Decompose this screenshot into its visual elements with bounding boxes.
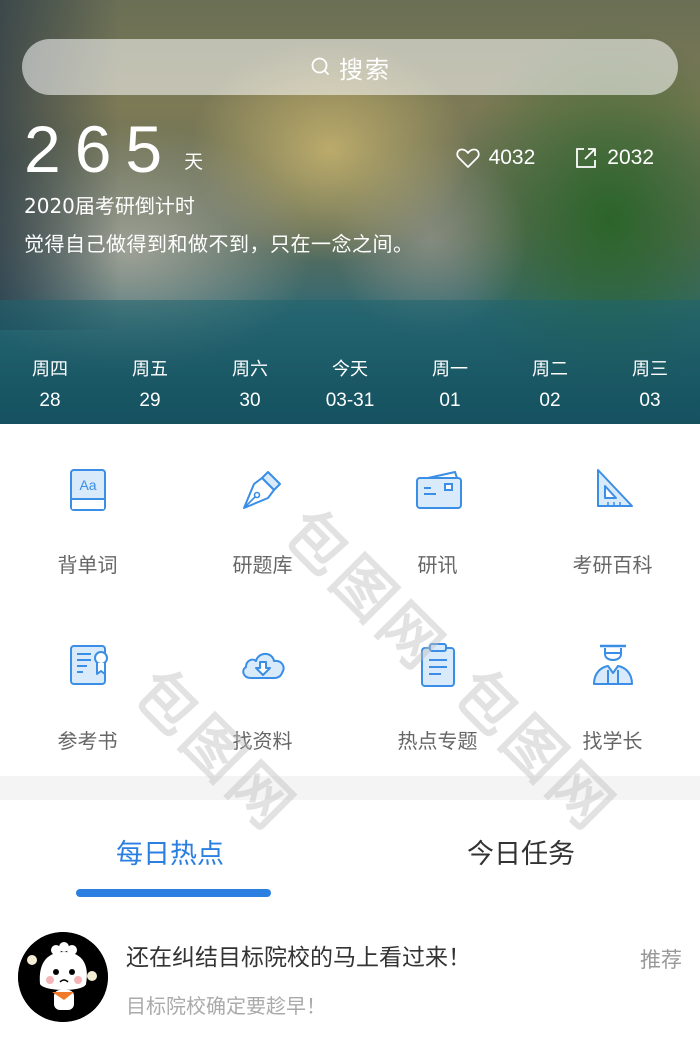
cartoon-bun-avatar-icon bbox=[18, 932, 108, 1022]
share-count: 2032 bbox=[607, 146, 654, 169]
day-date: 02 bbox=[539, 390, 561, 411]
day-weekday: 周五 bbox=[132, 359, 168, 380]
day-item[interactable]: 周一 01 bbox=[400, 355, 500, 412]
feed-item[interactable]: 还在纠结目标院校的马上看过来！ 目标院校确定要趁早！ 推荐 bbox=[0, 920, 700, 1030]
day-weekday: 周一 bbox=[432, 359, 468, 380]
clipboard-icon bbox=[420, 643, 455, 687]
tab-daily-hot[interactable]: 每日热点 bbox=[116, 832, 224, 871]
search-label: 搜索 bbox=[339, 55, 391, 84]
day-item[interactable]: 周六 30 bbox=[200, 355, 300, 412]
hero-banner: 搜索 265 天 4032 2032 2020届考研倒计时 觉得自己做得到和做不… bbox=[0, 0, 700, 424]
day-item[interactable]: 周二 02 bbox=[500, 355, 600, 412]
day-weekday: 周三 bbox=[632, 359, 668, 380]
feature-grid: Aa 背单词 研题库 研讯 考研百科 参考书 找资料 热点专题 找学长 包图网 … bbox=[0, 424, 700, 846]
cloud-download-icon bbox=[241, 652, 285, 679]
day-item[interactable]: 周四 28 bbox=[0, 355, 100, 412]
set-square-icon bbox=[596, 469, 633, 507]
day-weekday: 周六 bbox=[232, 359, 268, 380]
heart-icon bbox=[455, 148, 480, 168]
svg-text:Aa: Aa bbox=[79, 477, 96, 493]
feature-label: 参考书 bbox=[57, 729, 118, 753]
news-card-icon bbox=[415, 471, 462, 509]
feed-description: 目标院校确定要趁早！ bbox=[126, 994, 326, 1018]
day-weekday: 周四 bbox=[32, 359, 68, 380]
motto: 觉得自己做得到和做不到，只在一念之间。 bbox=[24, 232, 414, 256]
tab-bar: 每日热点 今日任务 bbox=[0, 800, 700, 900]
day-date: 01 bbox=[439, 390, 461, 411]
share-button[interactable]: 2032 bbox=[573, 145, 654, 171]
feature-vocabulary[interactable]: Aa 背单词 bbox=[0, 424, 175, 600]
section-divider bbox=[0, 776, 700, 800]
feature-label: 研题库 bbox=[232, 553, 293, 577]
recommend-tag: 推荐 bbox=[640, 948, 682, 972]
active-tab-indicator bbox=[76, 889, 271, 897]
search-bar[interactable]: 搜索 bbox=[22, 39, 678, 95]
tab-today-tasks[interactable]: 今日任务 bbox=[467, 832, 575, 871]
like-count: 4032 bbox=[488, 146, 536, 169]
day-date: 30 bbox=[239, 390, 261, 411]
week-strip: 周四 28 周五 29 周六 30 今天 03-31 周一 01 周二 02 周三 03 bbox=[0, 355, 700, 412]
feature-label: 找学长 bbox=[582, 729, 643, 753]
countdown-subtitle: 2020届考研倒计时 bbox=[24, 194, 195, 218]
countdown: 265 天 bbox=[24, 116, 203, 182]
day-date: 03-31 bbox=[325, 390, 375, 411]
stats: 4032 2032 bbox=[417, 145, 654, 171]
feature-label: 研讯 bbox=[417, 553, 458, 577]
search-icon bbox=[311, 57, 329, 75]
share-icon bbox=[576, 148, 597, 168]
feed-title: 还在纠结目标院校的马上看过来！ bbox=[126, 945, 471, 971]
feature-question-bank[interactable]: 研题库 bbox=[175, 424, 350, 600]
feature-materials[interactable]: 找资料 bbox=[175, 600, 350, 776]
feature-label: 考研百科 bbox=[572, 553, 653, 577]
feature-label: 找资料 bbox=[232, 729, 293, 753]
countdown-unit: 天 bbox=[184, 151, 204, 173]
day-date: 29 bbox=[139, 390, 161, 411]
day-item[interactable]: 周三 03 bbox=[600, 355, 700, 412]
feature-reference-books[interactable]: 参考书 bbox=[0, 600, 175, 776]
day-item[interactable]: 周五 29 bbox=[100, 355, 200, 412]
day-item-today[interactable]: 今天 03-31 bbox=[300, 355, 400, 412]
feature-encyclopedia[interactable]: 考研百科 bbox=[525, 424, 700, 600]
countdown-days: 265 bbox=[24, 112, 177, 186]
feature-label: 背单词 bbox=[57, 553, 118, 577]
certificate-book-icon bbox=[69, 645, 108, 685]
day-date: 03 bbox=[639, 390, 661, 411]
feature-hot-topics[interactable]: 热点专题 bbox=[350, 600, 525, 776]
fountain-pen-icon bbox=[242, 471, 281, 509]
day-date: 28 bbox=[39, 390, 61, 411]
feature-find-senior[interactable]: 找学长 bbox=[525, 600, 700, 776]
feature-news[interactable]: 研讯 bbox=[350, 424, 525, 600]
avatar bbox=[18, 932, 108, 1022]
day-weekday: 周二 bbox=[532, 359, 568, 380]
day-weekday: 今天 bbox=[332, 359, 368, 380]
graduate-icon bbox=[592, 644, 633, 685]
vocabulary-book-icon: Aa bbox=[69, 469, 106, 511]
feature-label: 热点专题 bbox=[397, 729, 478, 753]
like-button[interactable]: 4032 bbox=[455, 145, 536, 171]
